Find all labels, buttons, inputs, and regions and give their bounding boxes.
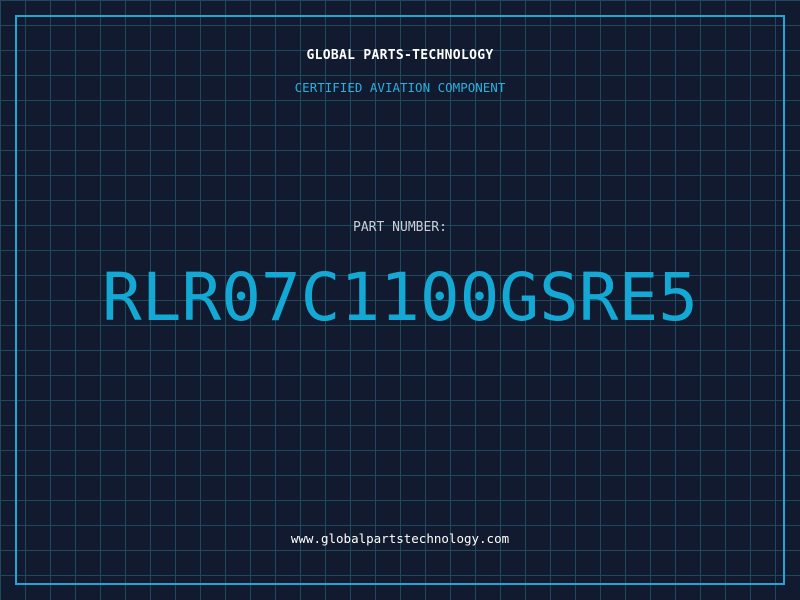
part-number-value: RLR07C1100GSRE5 — [101, 259, 699, 336]
part-number-label: PART NUMBER: — [353, 220, 447, 235]
website-url: www.globalpartstechnology.com — [290, 531, 510, 546]
part-number-card: GLOBAL PARTS-TECHNOLOGY CERTIFIED AVIATI… — [0, 0, 800, 600]
company-name: GLOBAL PARTS-TECHNOLOGY — [306, 48, 494, 63]
certification-subtitle: CERTIFIED AVIATION COMPONENT — [294, 80, 506, 95]
